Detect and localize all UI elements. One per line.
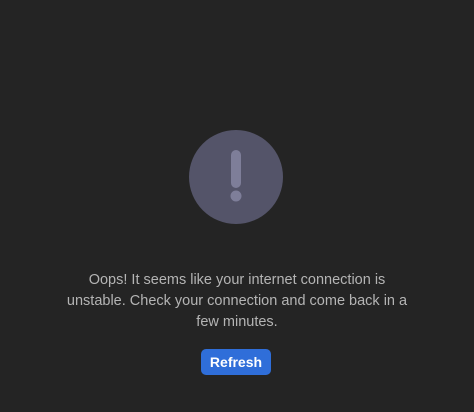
error-message: Oops! It seems like your internet connec…	[66, 272, 408, 330]
refresh-button[interactable]: Refresh	[201, 349, 271, 375]
connection-error-screen: Oops! It seems like your internet connec…	[0, 0, 474, 412]
exclamation-icon	[189, 130, 283, 224]
